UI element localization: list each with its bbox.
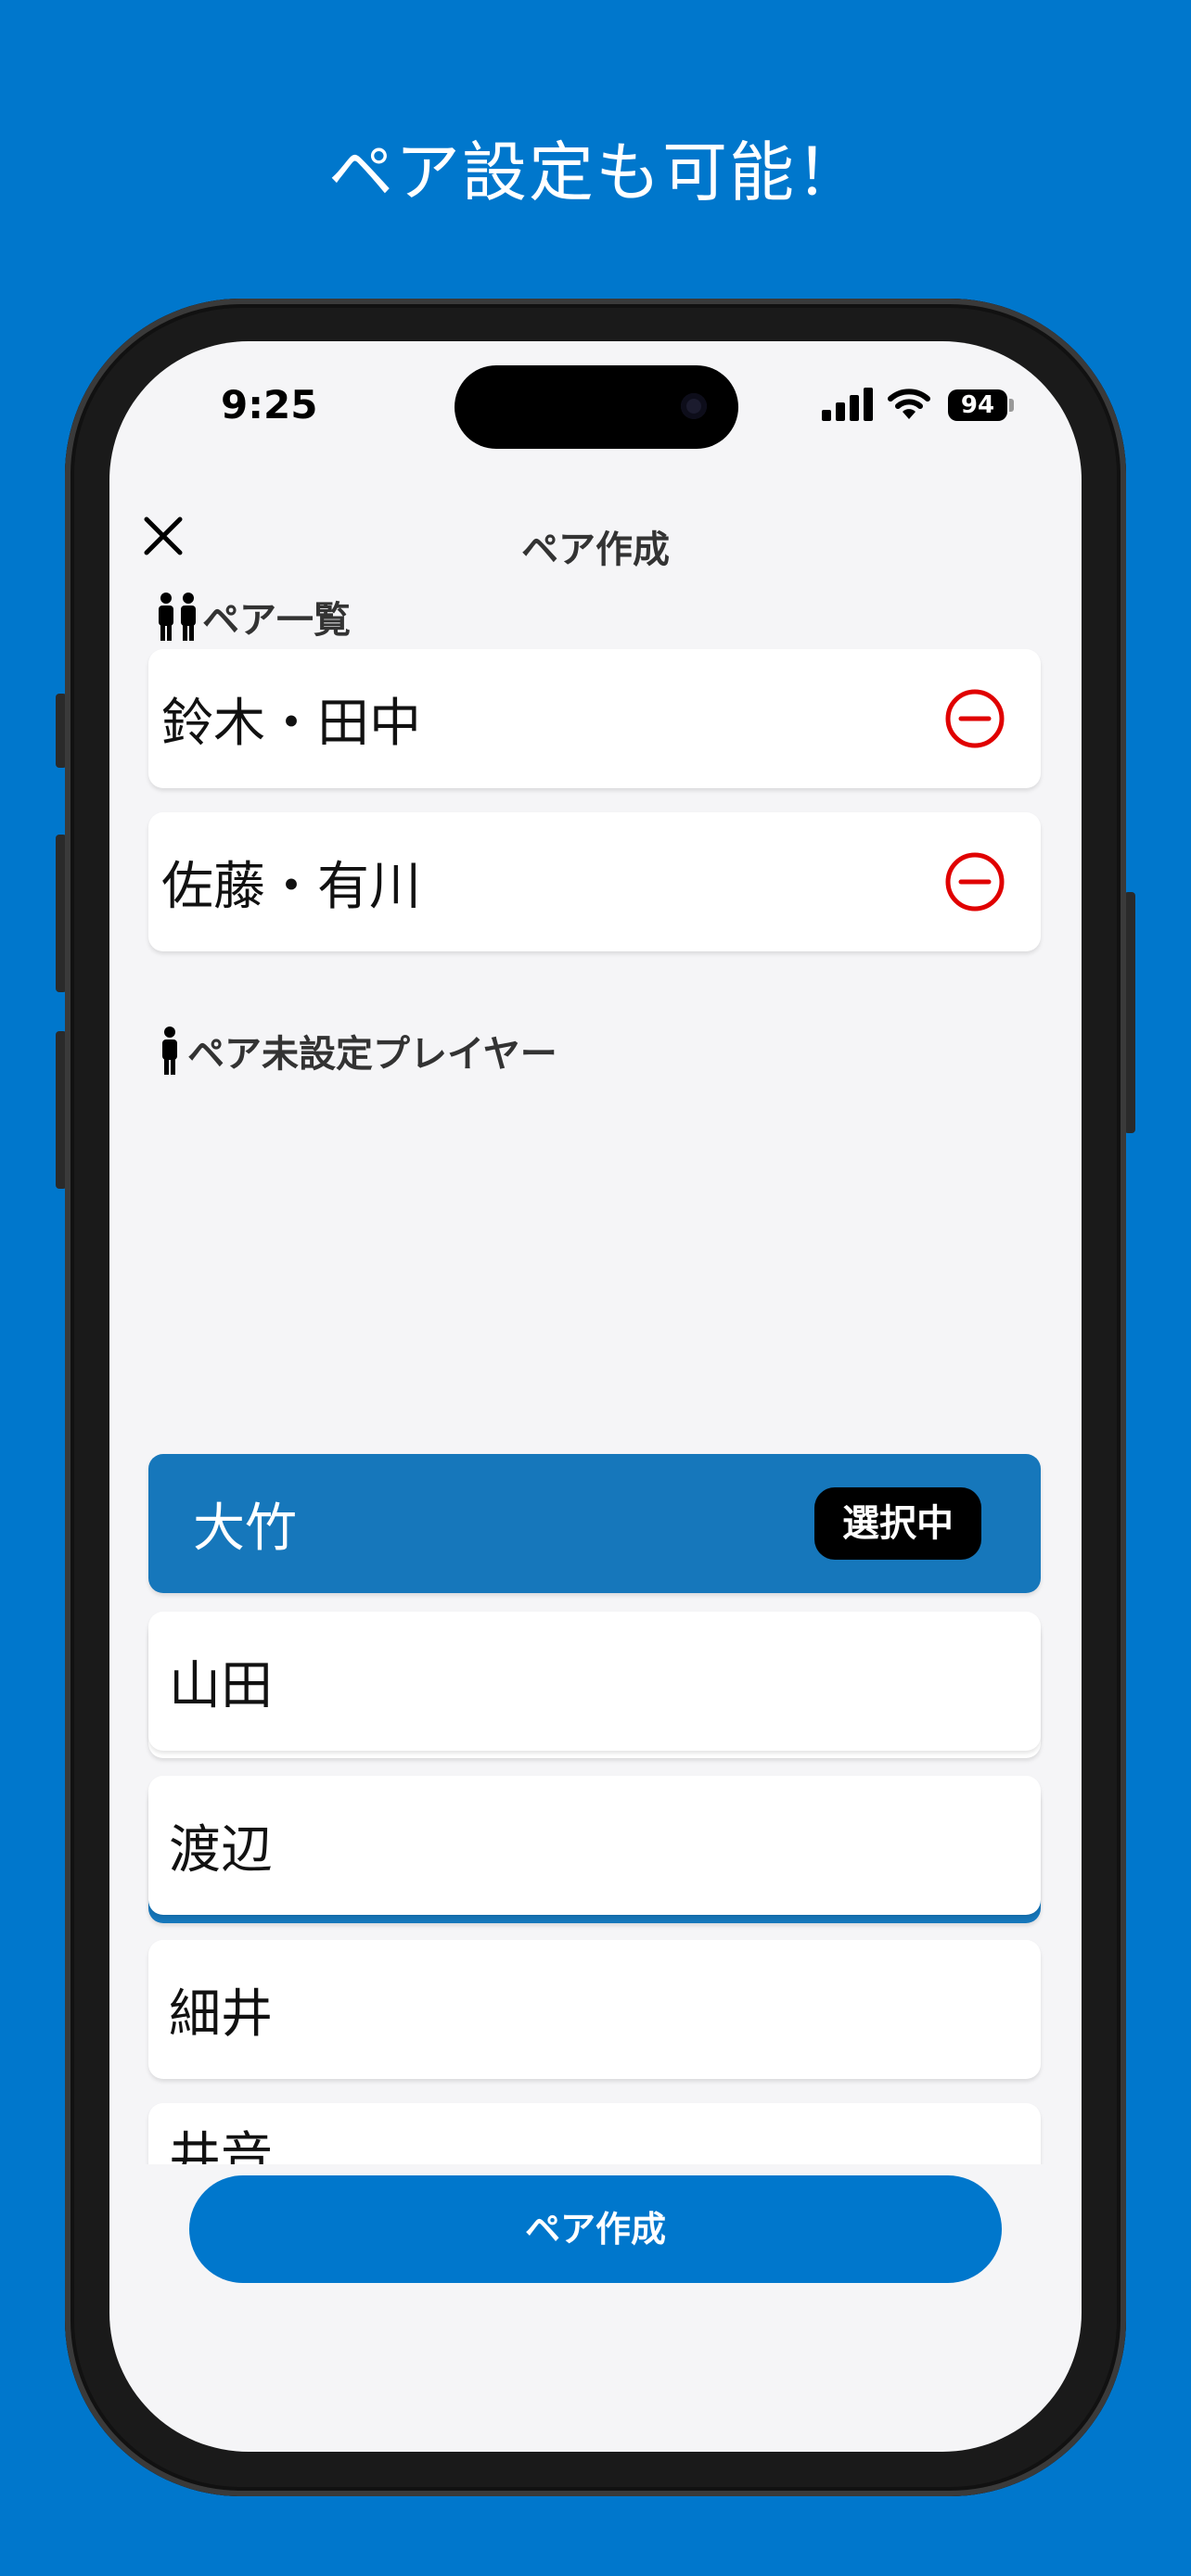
player-name: 山田 bbox=[169, 1655, 273, 1716]
player-row[interactable]: 渡辺 bbox=[148, 1776, 1041, 1915]
player-name: 細井 bbox=[169, 1983, 273, 2045]
screen-overlay: 山田 渡辺 細井 井音 ペア作成 bbox=[109, 341, 1082, 2452]
promo-headline: ペア設定も可能！ bbox=[328, 134, 863, 210]
create-pair-button[interactable]: ペア作成 bbox=[189, 2175, 1002, 2283]
player-name: 渡辺 bbox=[169, 1819, 273, 1881]
player-list-lower[interactable]: 山田 渡辺 細井 井音 bbox=[109, 341, 1082, 2164]
player-name: 井音 bbox=[169, 2126, 273, 2165]
player-row[interactable]: 細井 bbox=[148, 1940, 1041, 2079]
player-row[interactable]: 井音 bbox=[148, 2103, 1041, 2164]
player-row[interactable]: 山田 bbox=[148, 1612, 1041, 1751]
